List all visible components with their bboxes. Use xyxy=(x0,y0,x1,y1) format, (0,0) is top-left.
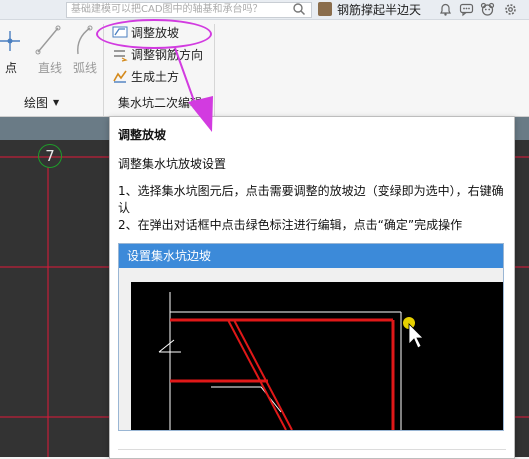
annotation-arrow-icon xyxy=(174,47,213,132)
